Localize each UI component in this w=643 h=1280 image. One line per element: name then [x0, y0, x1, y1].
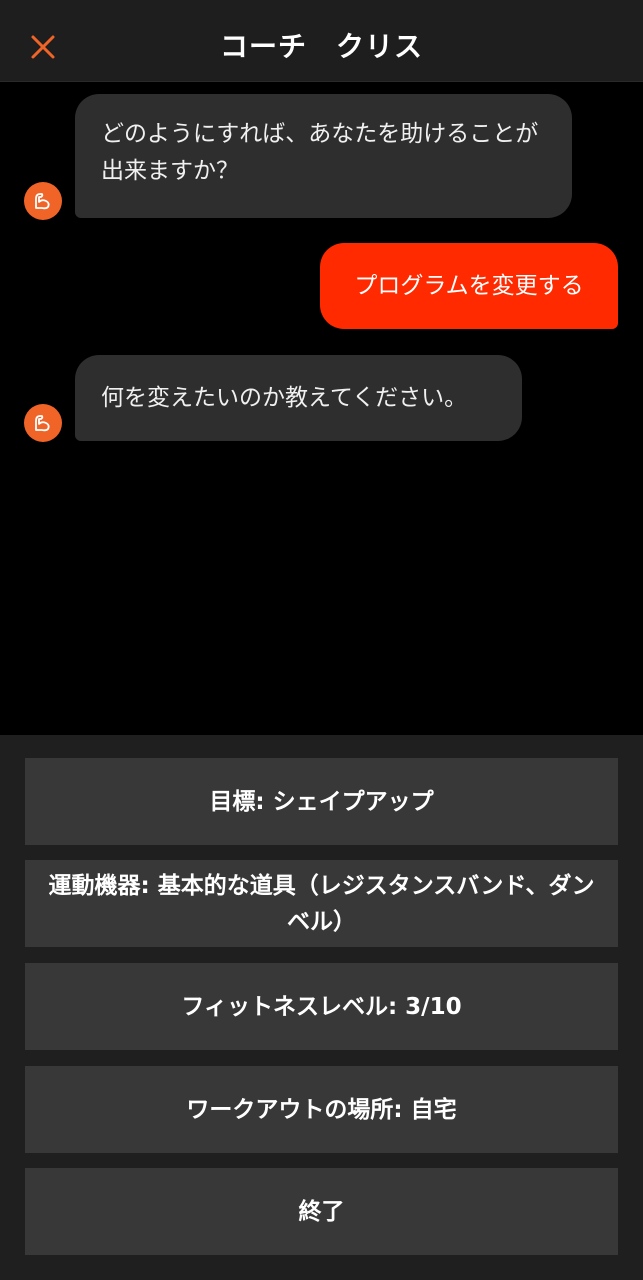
user-message-text: プログラムを変更する — [354, 273, 584, 299]
option-label: 目標: シェイプアップ — [209, 788, 434, 815]
user-message: プログラムを変更する — [320, 243, 618, 329]
quick-reply-panel: 目標: シェイプアップ 運動機器: 基本的な道具（レジスタンスバンド、ダンベル）… — [0, 735, 643, 1280]
option-label: ワークアウトの場所: 自宅 — [186, 1096, 457, 1123]
option-end-button[interactable]: 終了 — [25, 1168, 618, 1255]
header-bar: コーチ クリス — [0, 0, 643, 82]
option-label: 終了 — [298, 1198, 345, 1225]
coach-message-text: 何を変えたいのか教えてください。 — [101, 385, 468, 411]
option-fitness-level-button[interactable]: フィットネスレベル: 3/10 — [25, 963, 618, 1050]
coach-avatar — [24, 404, 62, 442]
flexed-arm-icon — [35, 415, 50, 432]
option-workout-location-button[interactable]: ワークアウトの場所: 自宅 — [25, 1066, 618, 1153]
coach-message: どのようにすれば、あなたを助けることが出来ますか？ — [75, 94, 572, 218]
flexed-arm-icon — [35, 193, 50, 210]
option-label: 運動機器: 基本的な道具（レジスタンスバンド、ダンベル） — [48, 872, 595, 935]
coach-avatar — [24, 182, 62, 220]
page-title: コーチ クリス — [219, 30, 423, 63]
option-goal-button[interactable]: 目標: シェイプアップ — [25, 758, 618, 845]
option-equipment-button[interactable]: 運動機器: 基本的な道具（レジスタンスバンド、ダンベル） — [25, 860, 618, 947]
chat-area: どのようにすれば、あなたを助けることが出来ますか？ プログラムを変更する 何を変… — [0, 82, 643, 735]
coach-message-text: どのようにすれば、あなたを助けることが出来ますか？ — [101, 121, 539, 184]
option-label: フィットネスレベル: 3/10 — [181, 993, 462, 1020]
coach-message: 何を変えたいのか教えてください。 — [75, 355, 522, 441]
